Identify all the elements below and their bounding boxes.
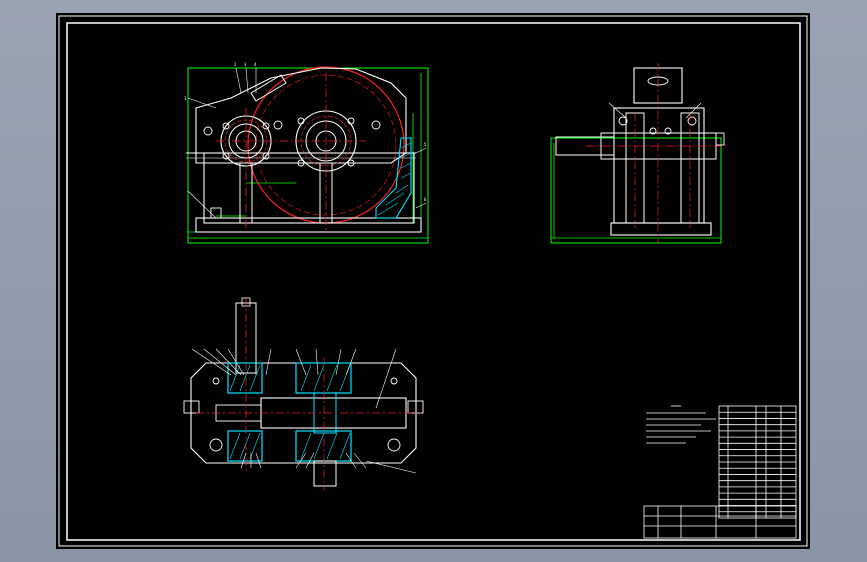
svg-text:3: 3 <box>244 62 247 67</box>
cad-viewport[interactable]: 1 2 3 4 5 6 <box>0 0 867 562</box>
side-view <box>550 63 726 244</box>
housing-upper <box>195 67 407 164</box>
svg-text:4: 4 <box>254 62 257 67</box>
inner-border <box>66 22 801 541</box>
top-view <box>183 297 424 491</box>
drawing-sheet: 1 2 3 4 5 6 <box>56 13 810 549</box>
drawing-canvas: 1 2 3 4 5 6 <box>58 15 808 547</box>
output-shaft <box>313 460 337 487</box>
svg-text:2: 2 <box>234 62 237 67</box>
parts-list <box>718 405 797 519</box>
title-block <box>643 505 797 539</box>
side-dimension-frame <box>550 137 722 244</box>
housing-base <box>195 217 422 233</box>
front-view: 1 2 3 4 5 6 <box>184 62 429 244</box>
front-dimension-frame <box>187 67 429 244</box>
technical-notes <box>646 405 716 444</box>
svg-text:1: 1 <box>184 96 187 101</box>
svg-text:5: 5 <box>424 142 427 147</box>
outer-border <box>58 15 808 547</box>
svg-text:6: 6 <box>424 197 427 202</box>
